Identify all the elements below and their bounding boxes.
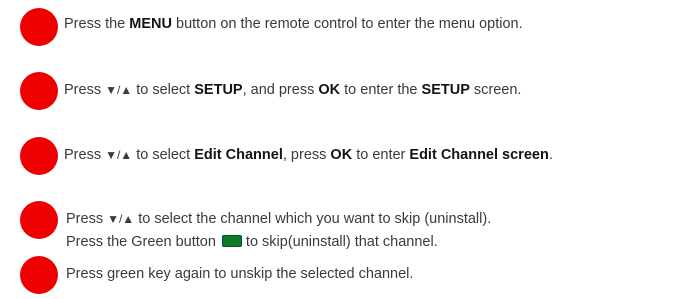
down-up-arrow-icon: ▼/▲: [105, 148, 133, 162]
step-4-text-line-1: Press ▼/▲ to select the channel which yo…: [66, 211, 492, 227]
step-1-text: Press the MENU button on the remote cont…: [64, 16, 523, 32]
red-bullet-icon: [20, 72, 58, 110]
red-bullet-icon: [20, 8, 58, 46]
red-bullet-icon: [20, 201, 58, 239]
step-5-text: Press green key again to unskip the sele…: [66, 266, 414, 282]
red-bullet-icon: [20, 256, 58, 294]
green-button-icon: [221, 235, 242, 247]
menu-key-label: MENU: [129, 16, 172, 32]
step-3-text: Press ▼/▲ to select Edit Channel, press …: [64, 147, 553, 163]
down-up-arrow-icon: ▼/▲: [107, 212, 135, 226]
down-up-arrow-icon: ▼/▲: [105, 83, 133, 97]
step-4-text-line-2: Press the Green button to skip(uninstall)…: [66, 234, 438, 250]
red-bullet-icon: [20, 137, 58, 175]
step-2-text: Press ▼/▲ to select SETUP, and press OK …: [64, 82, 522, 98]
